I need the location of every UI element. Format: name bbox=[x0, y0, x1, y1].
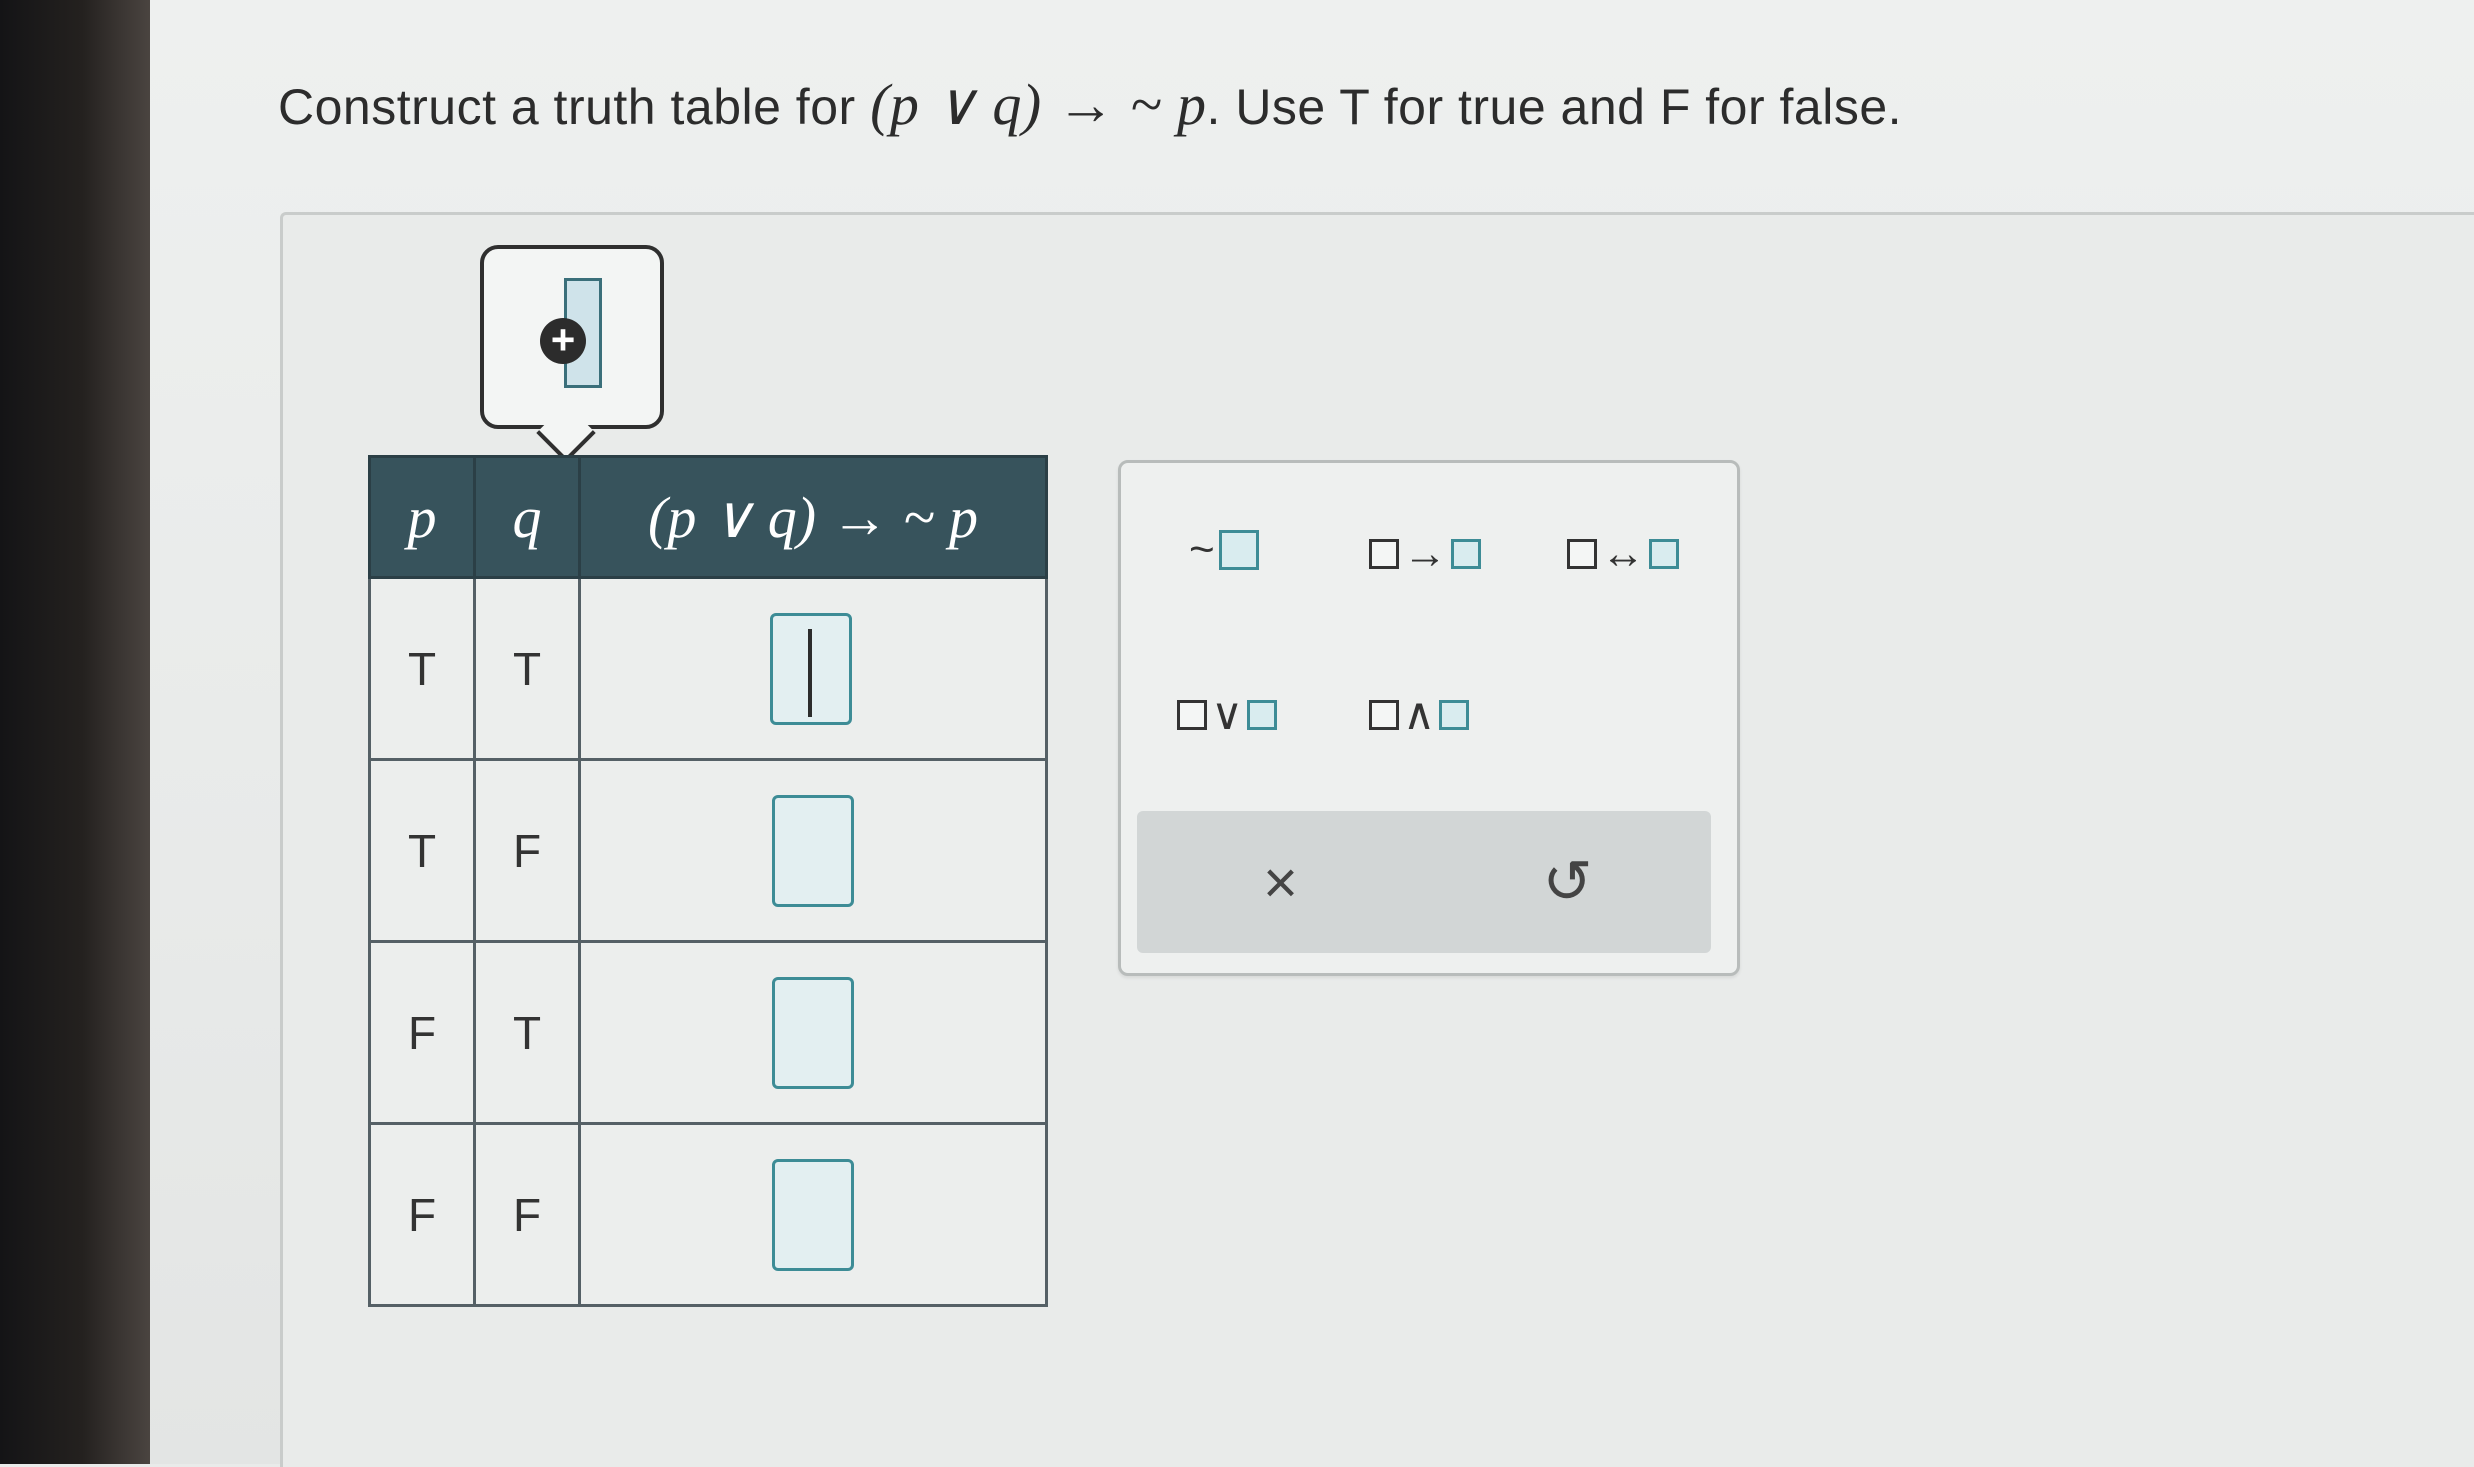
cell-q: F bbox=[473, 1122, 581, 1307]
cell-q: T bbox=[473, 940, 581, 1125]
placeholder-box-icon bbox=[1439, 699, 1470, 730]
question-suffix: . Use T for true and F for false. bbox=[1206, 79, 1903, 135]
conjunction-button[interactable]: ∧ bbox=[1369, 689, 1470, 740]
conditional-symbol: → bbox=[1403, 529, 1447, 578]
disjunction-button[interactable]: ∨ bbox=[1177, 689, 1278, 740]
table-row: F F bbox=[368, 1122, 1048, 1307]
conditional-button[interactable]: → bbox=[1369, 529, 1481, 579]
answer-input[interactable] bbox=[772, 794, 854, 907]
negation-button[interactable]: ~ bbox=[1185, 525, 1259, 575]
plus-circle-icon[interactable]: + bbox=[540, 318, 586, 364]
placeholder-box-icon bbox=[1369, 699, 1399, 730]
clear-button[interactable]: × bbox=[1137, 811, 1424, 953]
header-expression: (p ∨ q) → ~ p bbox=[578, 455, 1048, 579]
header-q: q bbox=[473, 455, 581, 579]
question-text: Construct a truth table for (p ∨ q) → ~ … bbox=[278, 70, 1902, 138]
header-p: p bbox=[368, 455, 476, 579]
placeholder-box-icon bbox=[1649, 539, 1679, 569]
placeholder-box-icon bbox=[1451, 539, 1481, 569]
placeholder-box-icon bbox=[1247, 699, 1278, 730]
answer-input[interactable] bbox=[772, 976, 854, 1089]
undo-button[interactable]: ↺ bbox=[1424, 811, 1711, 953]
cell-result bbox=[578, 576, 1048, 761]
cell-q: F bbox=[473, 758, 581, 943]
conjunction-symbol: ∧ bbox=[1403, 690, 1436, 739]
close-icon: × bbox=[1262, 848, 1299, 916]
monitor-bezel bbox=[0, 0, 150, 1464]
action-bar: × ↺ bbox=[1137, 811, 1711, 953]
question-formula: (p ∨ q) → ~ p bbox=[870, 72, 1207, 137]
cell-q: T bbox=[473, 576, 581, 761]
biconditional-button[interactable]: ↔ bbox=[1567, 529, 1679, 579]
cell-p: T bbox=[368, 576, 476, 761]
text-cursor-icon bbox=[808, 628, 812, 717]
placeholder-box-icon bbox=[1567, 539, 1597, 569]
table-row: T T bbox=[368, 576, 1048, 761]
placeholder-box-icon bbox=[1218, 530, 1259, 570]
disjunction-symbol: ∨ bbox=[1211, 690, 1244, 739]
symbol-palette: ~ → ↔ ∨ ∧ × ↺ bbox=[1118, 460, 1740, 976]
truth-table: p q (p ∨ q) → ~ p T T T F F T F F bbox=[368, 455, 1048, 1307]
placeholder-box-icon bbox=[1369, 539, 1399, 569]
question-prefix: Construct a truth table for bbox=[278, 79, 871, 135]
placeholder-box-icon bbox=[1177, 699, 1207, 730]
cell-p: F bbox=[368, 940, 476, 1125]
answer-input[interactable] bbox=[772, 1158, 854, 1271]
cell-p: F bbox=[368, 1122, 476, 1307]
table-header-row: p q (p ∨ q) → ~ p bbox=[368, 455, 1048, 579]
cell-result bbox=[578, 758, 1048, 943]
cell-p: T bbox=[368, 758, 476, 943]
cell-result bbox=[578, 940, 1048, 1125]
cell-result bbox=[578, 1122, 1048, 1307]
table-row: T F bbox=[368, 758, 1048, 943]
biconditional-symbol: ↔ bbox=[1601, 529, 1645, 578]
table-row: F T bbox=[368, 940, 1048, 1125]
negation-symbol: ~ bbox=[1189, 525, 1215, 574]
undo-icon: ↺ bbox=[1542, 848, 1593, 915]
